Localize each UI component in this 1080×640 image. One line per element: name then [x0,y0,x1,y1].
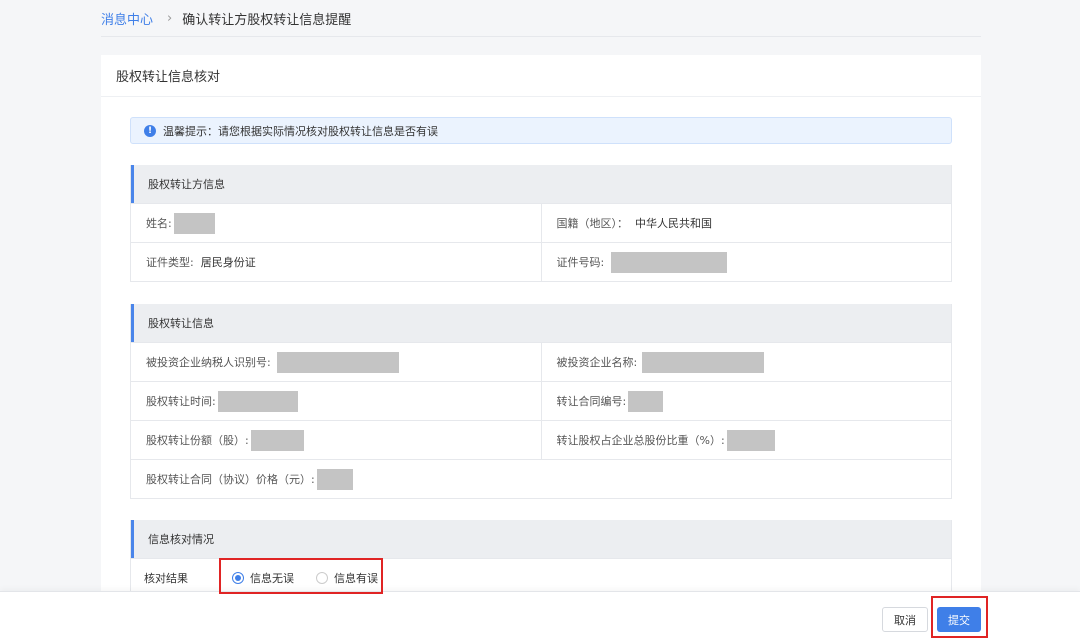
ratio-label: 转让股权占企业总股份比重（%）: [556,434,725,447]
table-row: 股权转让合同（协议）价格（元）: [131,459,951,498]
info-icon: ! [144,124,156,137]
footer-bar: 取消 提交 [0,591,1080,640]
breadcrumb: 消息中心 › 确认转让方股权转让信息提醒 [101,0,981,37]
price-cell: 股权转让合同（协议）价格（元）: [131,460,951,498]
tip-banner: ! 温馨提示：请您根据实际情况核对股权转让信息是否有误 [130,117,952,144]
breadcrumb-separator: › [167,10,173,26]
price-label: 股权转让合同（协议）价格（元）: [146,473,315,486]
transfer-section-title: 股权转让信息 [131,304,951,342]
nationality-label: 国籍（地区）： [556,217,629,230]
ratio-redacted [726,429,775,451]
transfer-time-label: 股权转让时间: [146,395,216,408]
transfer-time-cell: 股权转让时间: [131,382,541,420]
table-row: 股权转让时间: 转让合同编号: [131,381,951,420]
shares-label: 股权转让份额（股）: [146,434,249,447]
taxpayer-id-cell: 被投资企业纳税人识别号: [131,343,541,381]
transfer-section: 股权转让信息 被投资企业纳税人识别号: 被投资企业名称: 股权转让时间: 转让合… [130,304,952,499]
id-number-label: 证件号码: [556,256,605,269]
transferor-section-title: 股权转让方信息 [131,165,951,203]
breadcrumb-current: 确认转让方股权转让信息提醒 [182,12,352,28]
price-redacted [316,468,353,490]
taxpayer-id-label: 被投资企业纳税人识别号: [146,356,271,369]
table-row: 股权转让份额（股）: 转让股权占企业总股份比重（%）: [131,420,951,459]
transfer-time-redacted [217,390,298,412]
name-redacted [173,212,215,234]
id-number-cell: 证件号码: [540,243,952,281]
nationality-cell: 国籍（地区）： 中华人民共和国 [540,204,952,242]
table-row: 姓名: 国籍（地区）： 中华人民共和国 [131,203,951,242]
shares-cell: 股权转让份额（股）: [131,421,541,459]
submit-highlight-box [931,596,988,638]
id-number-redacted [611,251,728,273]
result-label: 核对结果 [144,571,188,585]
radio-highlight-box [219,558,383,594]
card-title: 股权转让信息核对 [101,55,981,97]
table-row: 被投资企业纳税人识别号: 被投资企业名称: [131,342,951,381]
company-name-redacted [642,351,765,373]
transferor-section: 股权转让方信息 姓名: 国籍（地区）： 中华人民共和国 证件类型: 居民身份证 … [130,165,952,282]
contract-no-label: 转让合同编号: [556,395,627,408]
shares-redacted [250,429,304,451]
taxpayer-id-redacted [276,351,399,373]
id-type-cell: 证件类型: 居民身份证 [131,243,541,281]
id-type-value: 居民身份证 [200,256,256,269]
verification-card: 股权转让信息核对 ! 温馨提示：请您根据实际情况核对股权转让信息是否有误 股权转… [101,55,981,615]
tip-text: 温馨提示：请您根据实际情况核对股权转让信息是否有误 [163,124,438,138]
contract-no-redacted [628,390,664,412]
ratio-cell: 转让股权占企业总股份比重（%）: [540,421,952,459]
id-type-label: 证件类型: [146,256,194,269]
name-label: 姓名: [146,217,172,230]
verification-section-title: 信息核对情况 [131,520,951,558]
company-name-label: 被投资企业名称: [556,356,638,369]
breadcrumb-root-link[interactable]: 消息中心 [101,9,153,28]
contract-no-cell: 转让合同编号: [540,382,952,420]
nationality-value: 中华人民共和国 [635,217,712,230]
company-name-cell: 被投资企业名称: [540,343,952,381]
name-cell: 姓名: [131,204,541,242]
cancel-button[interactable]: 取消 [882,607,928,632]
table-row: 证件类型: 居民身份证 证件号码: [131,242,951,281]
